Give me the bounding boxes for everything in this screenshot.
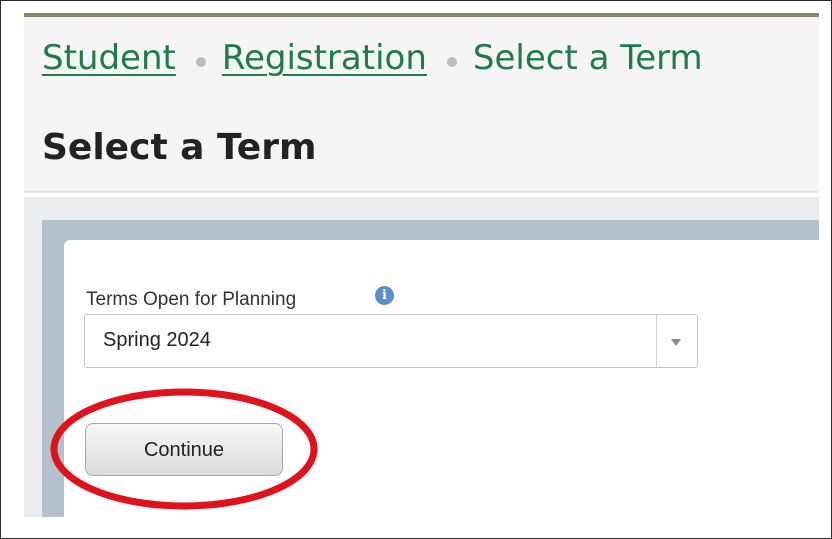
page-title: Select a Term bbox=[42, 127, 317, 168]
breadcrumb-link-registration[interactable]: Registration bbox=[222, 38, 427, 78]
breadcrumb: Student Registration Select a Term bbox=[42, 38, 703, 78]
chevron-down-icon bbox=[671, 339, 681, 346]
dropdown-toggle[interactable] bbox=[656, 315, 697, 367]
info-icon[interactable]: i bbox=[375, 286, 394, 305]
term-select[interactable]: Spring 2024 bbox=[84, 314, 698, 368]
breadcrumb-link-student[interactable]: Student bbox=[42, 38, 176, 78]
term-select-label: Terms Open for Planning bbox=[86, 289, 297, 310]
top-accent-rule bbox=[24, 13, 819, 17]
breadcrumb-separator-dot bbox=[195, 57, 206, 67]
continue-button[interactable]: Continue bbox=[85, 423, 283, 476]
breadcrumb-current: Select a Term bbox=[472, 38, 703, 78]
term-select-value: Spring 2024 bbox=[103, 329, 211, 351]
breadcrumb-separator-dot bbox=[446, 57, 457, 67]
header-divider bbox=[24, 191, 819, 193]
